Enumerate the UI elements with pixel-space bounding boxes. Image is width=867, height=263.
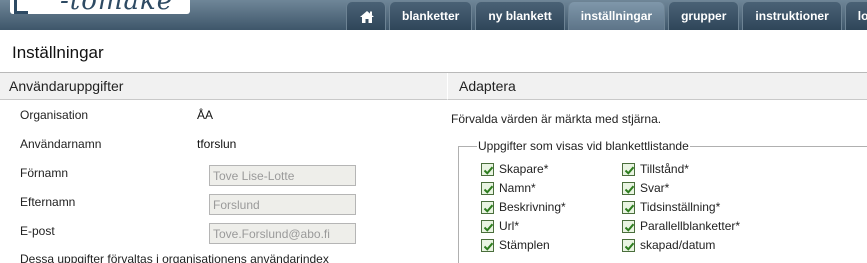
- top-navigation-bar: -tomake blanketter ny blankett inställni…: [0, 0, 867, 30]
- option-checkbox[interactable]: Beskrivning*: [481, 200, 566, 214]
- page-title: Inställningar: [12, 43, 104, 62]
- option-checkbox[interactable]: Stämplen: [481, 238, 550, 252]
- logo-text: -tomake: [60, 0, 173, 14]
- first-name-field[interactable]: Tove Lise-Lotte: [209, 165, 356, 186]
- option-label: Stämplen: [499, 238, 550, 252]
- logo-mark: [14, 0, 28, 14]
- home-icon: [360, 11, 374, 23]
- option-label: Tillstånd*: [640, 162, 689, 176]
- option-label: Svar*: [640, 181, 670, 195]
- option-checkbox[interactable]: Svar*: [622, 181, 669, 195]
- checkmark-icon[interactable]: [481, 162, 494, 176]
- logo[interactable]: -tomake: [10, 0, 190, 14]
- option-checkbox[interactable]: skapad/datum: [622, 238, 715, 252]
- organisation-value: ÅA: [197, 108, 214, 122]
- username-value: tforslun: [197, 137, 237, 151]
- option-checkbox[interactable]: Url*: [481, 219, 519, 233]
- option-checkbox[interactable]: Parallellblanketter*: [622, 219, 740, 233]
- checkmark-icon[interactable]: [622, 200, 635, 214]
- option-label: Namn*: [499, 181, 536, 195]
- tab-grupper[interactable]: grupper: [668, 1, 740, 30]
- tab-instruktioner[interactable]: instruktioner: [742, 1, 842, 30]
- option-label: Url*: [499, 219, 519, 233]
- option-label: Parallellblanketter*: [640, 219, 741, 233]
- adapt-intro: Förvalda värden är märkta med stjärna.: [451, 112, 662, 126]
- checkmark-icon[interactable]: [622, 238, 635, 252]
- option-checkbox[interactable]: Tillstånd*: [622, 162, 689, 176]
- user-section-heading: Användaruppgifter: [0, 73, 447, 100]
- user-info-note: Dessa uppgifter förvaltas i organisation…: [20, 252, 329, 263]
- organisation-label: Organisation: [20, 108, 89, 122]
- tab-blanketter[interactable]: blanketter: [389, 1, 473, 30]
- first-name-label: Förnamn: [20, 166, 69, 180]
- username-label: Användarnamn: [20, 137, 102, 151]
- tab-ny-blankett[interactable]: ny blankett: [475, 1, 565, 30]
- main-tabs: blanketter ny blankett inställningar gru…: [346, 1, 867, 30]
- tab-home[interactable]: [346, 1, 386, 30]
- email-label: E-post: [20, 224, 55, 238]
- checkmark-icon[interactable]: [622, 219, 635, 233]
- listing-options-legend: Uppgifter som visas vid blankettlistande: [477, 139, 690, 153]
- tab-installningar[interactable]: inställningar: [567, 1, 666, 30]
- checkmark-icon[interactable]: [481, 219, 494, 233]
- option-label: Tidsinställning*: [640, 200, 721, 214]
- email-field[interactable]: Tove.Forslund@abo.fi: [209, 223, 356, 244]
- option-checkbox[interactable]: Tidsinställning*: [622, 200, 720, 214]
- checkmark-icon[interactable]: [481, 238, 494, 252]
- option-label: Beskrivning*: [499, 200, 566, 214]
- checkmark-icon[interactable]: [481, 200, 494, 214]
- option-checkbox[interactable]: Namn*: [481, 181, 536, 195]
- option-label: skapad/datum: [640, 238, 716, 252]
- last-name-label: Efternamn: [20, 195, 76, 209]
- checkmark-icon[interactable]: [622, 181, 635, 195]
- option-checkbox[interactable]: Skapare*: [481, 162, 548, 176]
- tab-logga-ut[interactable]: logga u: [844, 1, 867, 30]
- option-label: Skapare*: [499, 162, 549, 176]
- adapt-section-heading: Adaptera: [447, 73, 867, 100]
- checkmark-icon[interactable]: [622, 162, 635, 176]
- checkmark-icon[interactable]: [481, 181, 494, 195]
- last-name-field[interactable]: Forslund: [209, 194, 356, 215]
